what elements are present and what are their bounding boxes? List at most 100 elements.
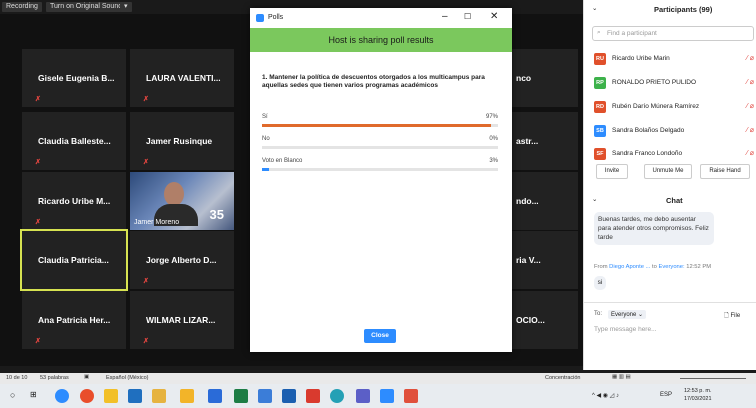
tile-name: Ricardo Uribe M... — [38, 196, 111, 206]
participant-search-input[interactable]: ⌕ Find a participant — [592, 26, 754, 41]
mic-muted-icon: ✗ — [35, 219, 41, 226]
search-icon[interactable]: ○ — [10, 390, 15, 400]
participant-tile-active[interactable]: Claudia Patricia... — [20, 229, 128, 291]
participant-tile[interactable]: Gisele Eugenia B... ✗ — [22, 49, 126, 107]
participant-tile[interactable]: Jorge Alberto D... ✗ — [130, 231, 234, 289]
close-button[interactable]: Close — [364, 329, 396, 343]
participant-row[interactable]: RP RONALDO PRIETO PULIDO ⁄ ⌀ — [594, 76, 754, 90]
invite-button[interactable]: Invite — [596, 164, 628, 179]
participant-tile[interactable]: Ricardo Uribe M... ✗ — [22, 172, 126, 230]
tile-name: Jorge Alberto D... — [146, 255, 217, 265]
unmute-button[interactable]: Unmute Me — [644, 164, 692, 179]
participant-tile[interactable]: Claudia Balleste... ✗ — [22, 112, 126, 170]
participant-row[interactable]: RD Rubén Darío Múnera Ramírez ⁄ ⌀ — [594, 100, 754, 114]
photos-icon[interactable] — [258, 389, 272, 403]
poll-window-title: Polls — [268, 14, 284, 21]
recipient-select[interactable]: Everyone ⌄ — [608, 310, 647, 319]
participant-name: Sandra Franco Londoño — [612, 150, 683, 157]
avatar: RD — [594, 101, 606, 113]
option-percent: 3% — [489, 158, 498, 164]
avatar: RP — [594, 77, 606, 89]
tile-name: Claudia Patricia... — [38, 255, 109, 265]
chevron-down-icon[interactable]: ⌄ — [592, 195, 597, 203]
chrome-canary-icon[interactable] — [180, 389, 194, 403]
file-explorer-icon[interactable] — [104, 389, 118, 403]
language-status[interactable]: Español (México) — [106, 375, 149, 381]
proofing-icon[interactable]: ▣ — [84, 374, 89, 380]
mic-muted-icon: ✗ — [143, 96, 149, 103]
focus-mode[interactable]: Concentración — [545, 375, 580, 381]
mic-muted-icon: ✗ — [143, 159, 149, 166]
avatar: SB — [594, 125, 606, 137]
tray-icons[interactable]: ^ ◀ ◉ ◿ ♪ — [592, 392, 619, 399]
participant-tile[interactable]: OCIO... — [512, 291, 578, 349]
raise-hand-button[interactable]: Raise Hand — [700, 164, 750, 179]
edge-icon[interactable] — [55, 389, 69, 403]
participant-row[interactable]: SB Sandra Bolaños Delgado ⁄ ⌀ — [594, 124, 754, 138]
firefox-icon[interactable] — [80, 389, 94, 403]
option-percent: 0% — [489, 136, 498, 142]
mail-icon[interactable] — [128, 389, 142, 403]
media-icon[interactable] — [152, 389, 166, 403]
zoom-icon[interactable] — [380, 389, 394, 403]
tile-name: WILMAR LIZAR... — [146, 315, 216, 325]
chat-input[interactable]: Type message here... — [594, 326, 657, 333]
mic-muted-icon: ✗ — [143, 338, 149, 345]
close-icon[interactable]: ✕ — [490, 11, 498, 22]
chevron-down-icon[interactable]: ▾ — [120, 2, 132, 12]
participant-tile[interactable]: WILMAR LIZAR... ✗ — [130, 291, 234, 349]
tile-name: ria V... — [516, 255, 541, 265]
file-button[interactable]: 🗋 File — [724, 311, 740, 321]
word-count[interactable]: 53 palabras — [40, 375, 69, 381]
participant-tile[interactable]: ndo... — [512, 172, 578, 230]
option-label: Voto en Blanco — [262, 158, 303, 164]
excel-icon[interactable] — [234, 389, 248, 403]
search-placeholder: Find a participant — [607, 30, 657, 37]
chat-title: Chat — [666, 196, 683, 205]
participant-tile[interactable]: LAURA VALENTI... ✗ — [130, 49, 234, 107]
maximize-icon[interactable]: ☐ — [464, 12, 471, 21]
powerpoint-icon[interactable] — [306, 389, 320, 403]
page-count[interactable]: 10 de 10 — [6, 375, 27, 381]
poll-window: Polls – ☐ ✕ Host is sharing poll results… — [250, 8, 512, 352]
recipient-select-value: Everyone — [611, 312, 637, 318]
chrome-icon[interactable] — [330, 389, 344, 403]
zoom-slider[interactable] — [680, 378, 746, 379]
participant-tile[interactable]: nco — [512, 49, 578, 107]
outlook-icon[interactable] — [282, 389, 296, 403]
option-bar-fill — [262, 168, 270, 171]
input-language[interactable]: ESP — [660, 392, 672, 398]
word-icon[interactable] — [208, 389, 222, 403]
chevron-down-icon[interactable]: ⌄ — [592, 4, 597, 12]
participant-tile[interactable]: astr... — [512, 112, 578, 170]
task-view-icon[interactable]: ⊞ — [30, 390, 37, 399]
option-bar — [262, 146, 498, 149]
original-sound-button[interactable]: Turn on Original Sound — [46, 2, 127, 12]
view-icon[interactable]: ▦ ▥ ▤ — [612, 374, 631, 380]
video-caption: Jamer Moreno — [134, 219, 180, 226]
chat-recipient[interactable]: Everyone: — [659, 264, 685, 270]
chat-sender[interactable]: Diego Aponte ... — [609, 264, 650, 270]
participant-tile[interactable]: ria V... — [512, 231, 578, 289]
mic-muted-icon: ✗ — [35, 338, 41, 345]
divider — [584, 302, 756, 303]
app-icon[interactable] — [404, 389, 418, 403]
mic-muted-icon: ✗ — [143, 278, 149, 285]
poll-titlebar: Polls – ☐ ✕ — [250, 8, 512, 28]
recording-label: Recording — [2, 2, 42, 12]
tile-name: Gisele Eugenia B... — [38, 73, 115, 83]
participant-tile[interactable]: Jamer Rusinque ✗ — [130, 112, 234, 170]
poll-option: Voto en Blanco 3% — [262, 158, 498, 171]
file-label: File — [730, 313, 741, 319]
minimize-icon[interactable]: – — [442, 11, 448, 22]
participant-row[interactable]: SF Sandra Franco Londoño ⁄ ⌀ — [594, 147, 754, 161]
chat-message: Buenas tardes, me debo ausentar para ate… — [594, 212, 714, 245]
clock[interactable]: 12:53 p. m. 17/03/2021 — [684, 387, 712, 403]
tile-name: Jamer Rusinque — [146, 136, 213, 146]
participant-tile[interactable]: Ana Patricia Her... ✗ — [22, 291, 126, 349]
avatar: RU — [594, 53, 606, 65]
teams-icon[interactable] — [356, 389, 370, 403]
participant-video[interactable]: Jamer Moreno 35 — [130, 172, 234, 230]
to-label: To: — [594, 311, 603, 317]
participant-row[interactable]: RU Ricardo Uribe Marin ⁄ ⌀ — [594, 52, 754, 66]
